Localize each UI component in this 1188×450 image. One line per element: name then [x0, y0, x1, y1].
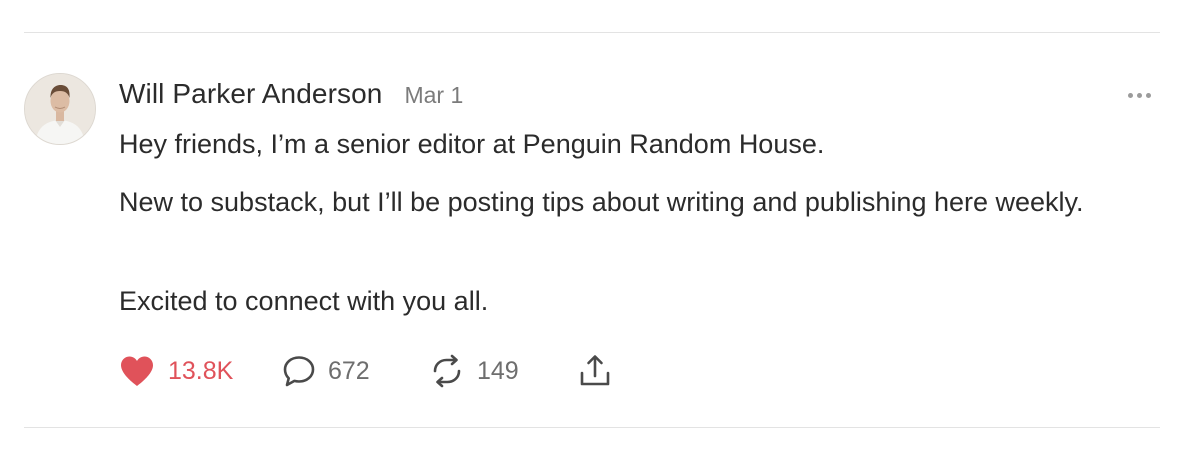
share-button[interactable] — [577, 350, 613, 392]
post-header: Will Parker Anderson Mar 1 — [119, 78, 463, 112]
post-paragraph-3: Excited to connect with you all. — [119, 286, 489, 316]
restack-arrows-icon — [429, 354, 465, 388]
comment-bubble-icon — [282, 354, 316, 388]
more-options-icon[interactable] — [1126, 91, 1153, 100]
comment-count: 672 — [328, 356, 370, 385]
restack-count: 149 — [477, 356, 519, 385]
restack-button[interactable]: 149 — [429, 350, 519, 392]
post-paragraph-2: New to substack, but I’ll be posting tip… — [119, 187, 1084, 217]
share-icon — [577, 353, 613, 389]
bottom-divider — [24, 427, 1160, 428]
post-date[interactable]: Mar 1 — [404, 82, 463, 109]
more-dot — [1128, 93, 1133, 98]
post-paragraph-1: Hey friends, I’m a senior editor at Peng… — [119, 129, 825, 159]
more-dot — [1146, 93, 1151, 98]
avatar-photo — [25, 74, 95, 144]
more-dot — [1137, 93, 1142, 98]
like-button[interactable]: 13.8K — [119, 350, 233, 392]
like-count: 13.8K — [168, 356, 234, 385]
author-avatar[interactable] — [24, 73, 96, 145]
top-divider — [24, 32, 1160, 33]
heart-icon — [119, 355, 155, 387]
author-name[interactable]: Will Parker Anderson — [119, 78, 382, 110]
comment-button[interactable]: 672 — [282, 350, 370, 392]
